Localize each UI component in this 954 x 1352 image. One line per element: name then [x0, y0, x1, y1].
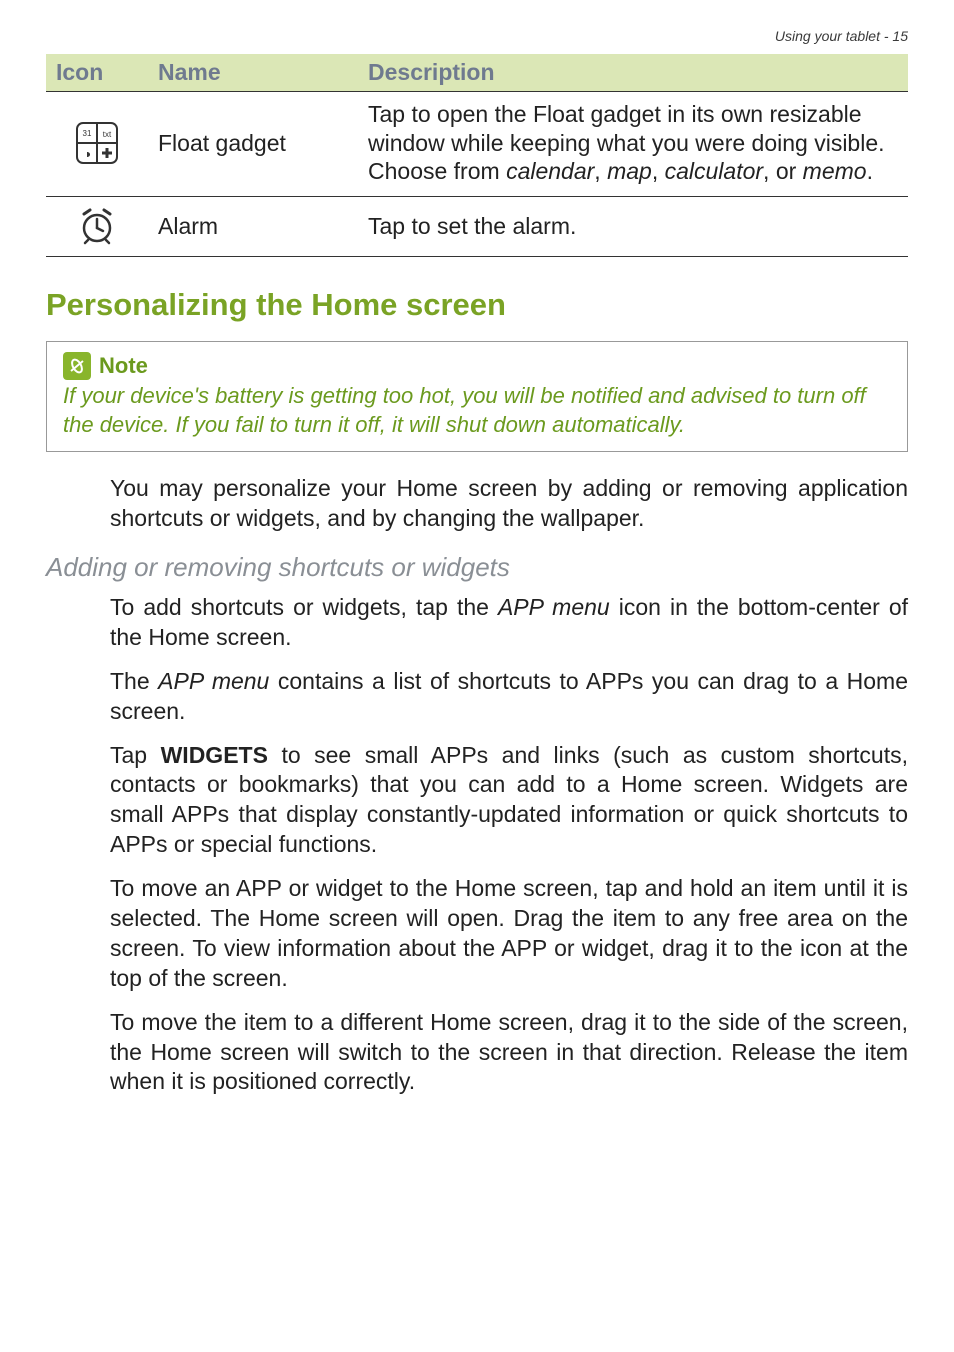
desc-text-c1: , — [594, 158, 607, 184]
icon-table: Icon Name Description 31 txt — [46, 54, 908, 257]
svg-text:txt: txt — [103, 130, 112, 139]
bold-text: WIDGETS — [161, 742, 268, 768]
table-header-row: Icon Name Description — [46, 54, 908, 91]
desc-italic-2: map — [607, 158, 652, 184]
paragraph: To add shortcuts or widgets, tap the APP… — [110, 593, 908, 653]
desc-text-pre: Tap to set the alarm. — [368, 213, 576, 239]
page: Using your tablet - 15 Icon Name Descrip… — [0, 0, 954, 1352]
description-cell: Tap to set the alarm. — [358, 197, 908, 258]
description-cell: Tap to open the Float gadget in its own … — [358, 91, 908, 196]
desc-text-c2: , — [652, 158, 665, 184]
section-heading: Personalizing the Home screen — [46, 287, 908, 323]
text: The — [110, 668, 158, 694]
desc-italic-3: calculator — [665, 158, 763, 184]
alarm-icon — [56, 205, 138, 247]
header-name: Name — [148, 54, 358, 91]
paragraph: Tap WIDGETS to see small APPs and links … — [110, 741, 908, 861]
desc-text-c3: , or — [763, 158, 803, 184]
desc-italic-1: calendar — [506, 158, 594, 184]
note-box: Note If your device's battery is getting… — [46, 341, 908, 452]
italic-text: APP menu — [498, 594, 610, 620]
float-gadget-icon: 31 txt — [56, 122, 138, 164]
note-body: If your device's battery is getting too … — [63, 382, 891, 439]
icon-cell — [46, 197, 148, 258]
name-cell: Alarm — [148, 197, 358, 258]
svg-text:31: 31 — [83, 129, 92, 138]
paragraph: To move an APP or widget to the Home scr… — [110, 874, 908, 994]
body-block: To add shortcuts or widgets, tap the APP… — [110, 593, 908, 1097]
desc-text-post: . — [867, 158, 873, 184]
running-header: Using your tablet - 15 — [46, 28, 908, 44]
paragraph: The APP menu contains a list of shortcut… — [110, 667, 908, 727]
subheading: Adding or removing shortcuts or widgets — [46, 552, 908, 583]
text: To add shortcuts or widgets, tap the — [110, 594, 498, 620]
body-block: You may personalize your Home screen by … — [110, 474, 908, 534]
header-icon: Icon — [46, 54, 148, 91]
name-cell: Float gadget — [148, 91, 358, 196]
italic-text: APP menu — [158, 668, 269, 694]
icon-cell: 31 txt — [46, 91, 148, 196]
text: Tap — [110, 742, 161, 768]
paragraph: You may personalize your Home screen by … — [110, 474, 908, 534]
header-description: Description — [358, 54, 908, 91]
table-row: Alarm Tap to set the alarm. — [46, 197, 908, 258]
paragraph: To move the item to a different Home scr… — [110, 1008, 908, 1098]
note-icon — [63, 352, 91, 380]
note-head: Note — [63, 352, 891, 380]
desc-italic-4: memo — [803, 158, 867, 184]
note-title: Note — [99, 353, 148, 379]
table-row: 31 txt Float gadget Tap to open the Floa… — [46, 91, 908, 196]
